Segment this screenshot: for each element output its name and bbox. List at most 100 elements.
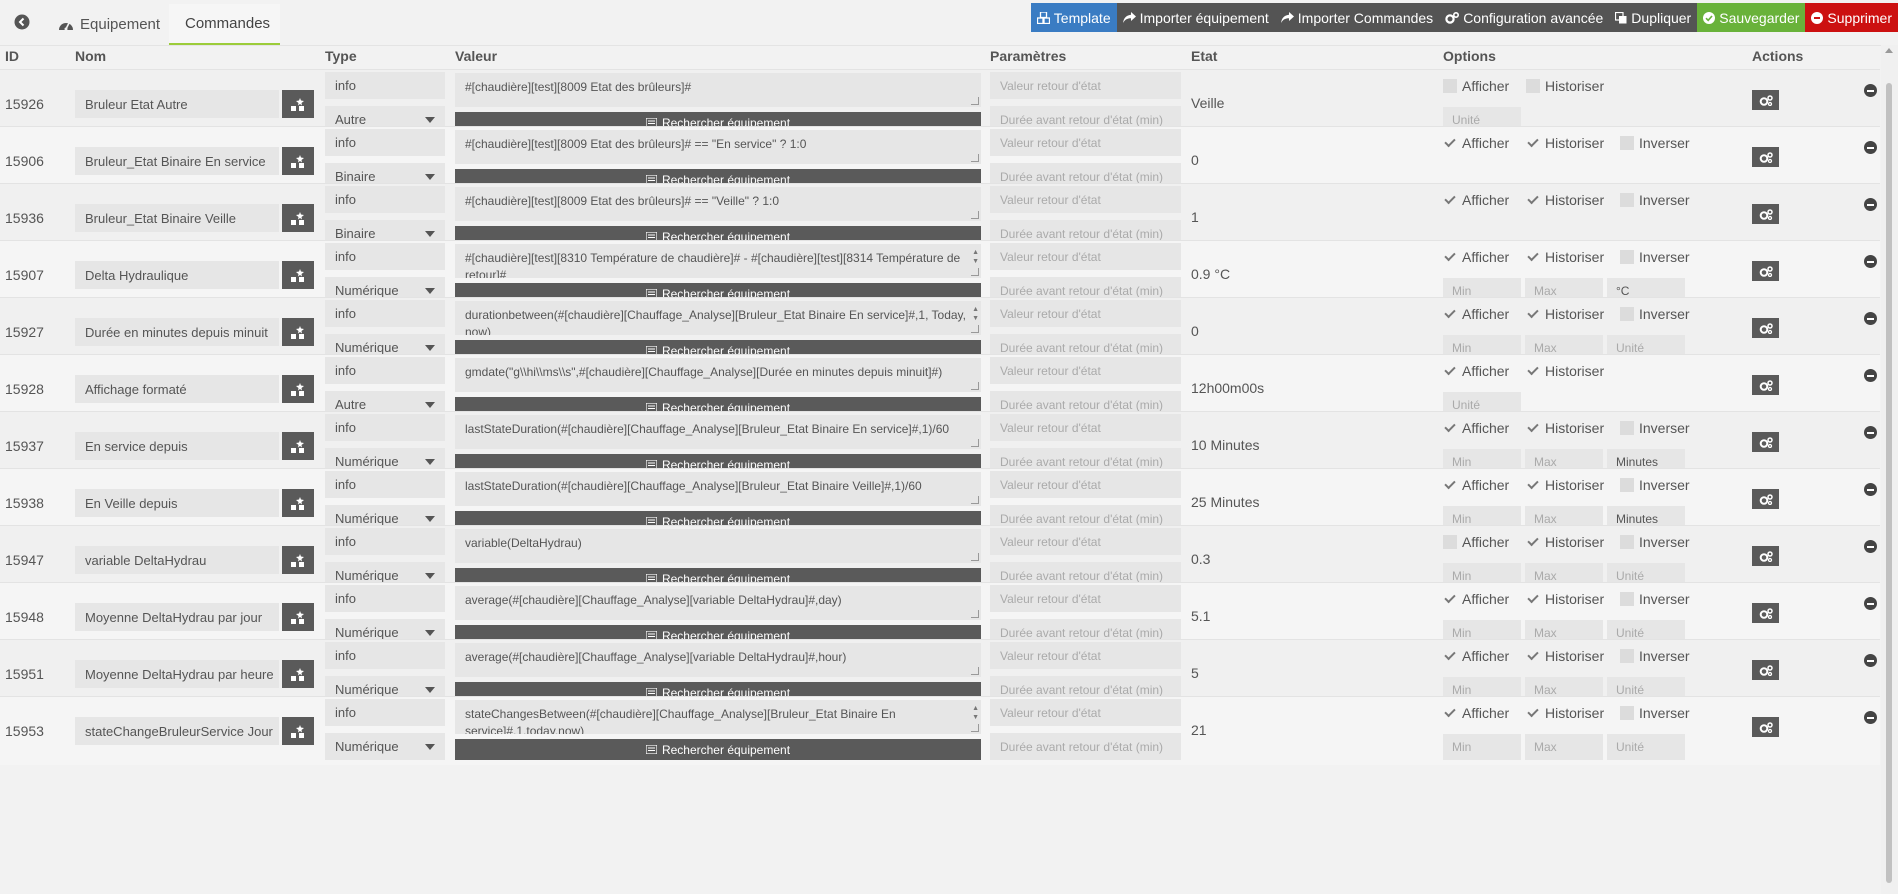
command-name-input[interactable]: En Veille depuis xyxy=(75,489,279,517)
afficher-checkbox[interactable]: Afficher xyxy=(1443,192,1509,208)
command-name-input[interactable]: variable DeltaHydrau xyxy=(75,546,279,574)
configure-button[interactable] xyxy=(1752,432,1779,452)
resize-grip-icon[interactable] xyxy=(971,496,979,504)
checkbox-box[interactable] xyxy=(1443,136,1457,150)
search-equipment-button[interactable]: Rechercher équipement xyxy=(455,739,981,760)
return-state-value-input[interactable]: Valeur retour d'état xyxy=(990,642,1181,669)
checkbox-box[interactable] xyxy=(1620,307,1634,321)
command-name-input[interactable]: Delta Hydraulique xyxy=(75,261,279,289)
select-icon-button[interactable] xyxy=(282,261,314,289)
resize-grip-icon[interactable] xyxy=(971,382,979,390)
tab-equipement[interactable]: Equipement xyxy=(48,4,170,45)
textarea-scroll-arrows-icon[interactable]: ▲ ▼ xyxy=(972,248,979,266)
select-icon-button[interactable] xyxy=(282,717,314,745)
checkbox-box[interactable] xyxy=(1620,535,1634,549)
type-select[interactable]: info xyxy=(325,699,445,726)
return-state-value-input[interactable]: Valeur retour d'état xyxy=(990,243,1181,270)
duplicate-button[interactable]: Dupliquer xyxy=(1609,3,1698,32)
afficher-checkbox[interactable]: Afficher xyxy=(1443,420,1509,436)
type-select[interactable]: info xyxy=(325,642,445,669)
textarea-scroll-arrows-icon[interactable]: ▲ ▼ xyxy=(972,305,979,323)
command-name-input[interactable]: Bruleur Etat Autre xyxy=(75,90,279,118)
resize-grip-icon[interactable] xyxy=(971,325,979,333)
inverser-checkbox[interactable]: Inverser xyxy=(1620,420,1690,436)
remove-command-icon[interactable] xyxy=(1864,84,1877,97)
select-icon-button[interactable] xyxy=(282,318,314,346)
inverser-checkbox[interactable]: Inverser xyxy=(1620,477,1690,493)
command-name-input[interactable]: Bruleur_Etat Binaire En service xyxy=(75,147,279,175)
afficher-checkbox[interactable]: Afficher xyxy=(1443,78,1509,94)
return-state-value-input[interactable]: Valeur retour d'état xyxy=(990,300,1181,327)
checkbox-box[interactable] xyxy=(1443,706,1457,720)
type-select[interactable]: info xyxy=(325,585,445,612)
checkbox-box[interactable] xyxy=(1526,79,1540,93)
import-equipement-button[interactable]: Importer équipement xyxy=(1116,3,1275,32)
historiser-checkbox[interactable]: Historiser xyxy=(1526,477,1604,493)
historiser-checkbox[interactable]: Historiser xyxy=(1526,306,1604,322)
configure-button[interactable] xyxy=(1752,147,1779,167)
value-textarea[interactable]: #[chaudière][test][8009 Etat des brûleur… xyxy=(455,130,981,164)
delete-button[interactable]: Supprimer xyxy=(1805,3,1898,32)
type-select[interactable]: info xyxy=(325,414,445,441)
afficher-checkbox[interactable]: Afficher xyxy=(1443,363,1509,379)
historiser-checkbox[interactable]: Historiser xyxy=(1526,591,1604,607)
checkbox-box[interactable] xyxy=(1443,364,1457,378)
remove-command-icon[interactable] xyxy=(1864,198,1877,211)
checkbox-box[interactable] xyxy=(1443,307,1457,321)
remove-command-icon[interactable] xyxy=(1864,483,1877,496)
remove-command-icon[interactable] xyxy=(1864,597,1877,610)
value-textarea[interactable]: average(#[chaudière][Chauffage_Analyse][… xyxy=(455,643,981,677)
configure-button[interactable] xyxy=(1752,90,1779,110)
inverser-checkbox[interactable]: Inverser xyxy=(1620,192,1690,208)
afficher-checkbox[interactable]: Afficher xyxy=(1443,306,1509,322)
checkbox-box[interactable] xyxy=(1526,421,1540,435)
type-select[interactable]: info xyxy=(325,300,445,327)
afficher-checkbox[interactable]: Afficher xyxy=(1443,135,1509,151)
historiser-checkbox[interactable]: Historiser xyxy=(1526,705,1604,721)
resize-grip-icon[interactable] xyxy=(971,154,979,162)
checkbox-box[interactable] xyxy=(1526,478,1540,492)
value-textarea[interactable]: durationbetween(#[chaudière][Chauffage_A… xyxy=(455,301,981,335)
import-commandes-button[interactable]: Importer Commandes xyxy=(1274,3,1440,32)
resize-grip-icon[interactable] xyxy=(971,268,979,276)
return-state-value-input[interactable]: Valeur retour d'état xyxy=(990,357,1181,384)
type-select[interactable]: info xyxy=(325,471,445,498)
type-select[interactable]: info xyxy=(325,528,445,555)
checkbox-box[interactable] xyxy=(1443,193,1457,207)
checkbox-box[interactable] xyxy=(1526,592,1540,606)
historiser-checkbox[interactable]: Historiser xyxy=(1526,78,1604,94)
select-icon-button[interactable] xyxy=(282,603,314,631)
select-icon-button[interactable] xyxy=(282,546,314,574)
select-icon-button[interactable] xyxy=(282,90,314,118)
command-name-input[interactable]: Moyenne DeltaHydrau par jour xyxy=(75,603,279,631)
checkbox-box[interactable] xyxy=(1443,478,1457,492)
inverser-checkbox[interactable]: Inverser xyxy=(1620,591,1690,607)
unit-input[interactable]: Unité xyxy=(1607,734,1685,760)
command-name-input[interactable]: En service depuis xyxy=(75,432,279,460)
checkbox-box[interactable] xyxy=(1526,649,1540,663)
save-button[interactable]: Sauvegarder xyxy=(1697,3,1806,32)
inverser-checkbox[interactable]: Inverser xyxy=(1620,648,1690,664)
configure-button[interactable] xyxy=(1752,660,1779,680)
historiser-checkbox[interactable]: Historiser xyxy=(1526,420,1604,436)
checkbox-box[interactable] xyxy=(1620,250,1634,264)
return-state-value-input[interactable]: Valeur retour d'état xyxy=(990,129,1181,156)
return-state-value-input[interactable]: Valeur retour d'état xyxy=(990,528,1181,555)
select-icon-button[interactable] xyxy=(282,489,314,517)
value-textarea[interactable]: variable(DeltaHydrau) xyxy=(455,529,981,563)
afficher-checkbox[interactable]: Afficher xyxy=(1443,477,1509,493)
remove-command-icon[interactable] xyxy=(1864,141,1877,154)
historiser-checkbox[interactable]: Historiser xyxy=(1526,363,1604,379)
checkbox-box[interactable] xyxy=(1620,136,1634,150)
return-state-value-input[interactable]: Valeur retour d'état xyxy=(990,72,1181,99)
back-button[interactable] xyxy=(8,8,36,36)
checkbox-box[interactable] xyxy=(1526,307,1540,321)
return-state-value-input[interactable]: Valeur retour d'état xyxy=(990,414,1181,441)
checkbox-box[interactable] xyxy=(1526,193,1540,207)
remove-command-icon[interactable] xyxy=(1864,255,1877,268)
advanced-config-button[interactable]: Configuration avancée xyxy=(1439,3,1610,32)
value-textarea[interactable]: stateChangesBetween(#[chaudière][Chauffa… xyxy=(455,700,981,734)
checkbox-box[interactable] xyxy=(1526,535,1540,549)
configure-button[interactable] xyxy=(1752,603,1779,623)
historiser-checkbox[interactable]: Historiser xyxy=(1526,135,1604,151)
